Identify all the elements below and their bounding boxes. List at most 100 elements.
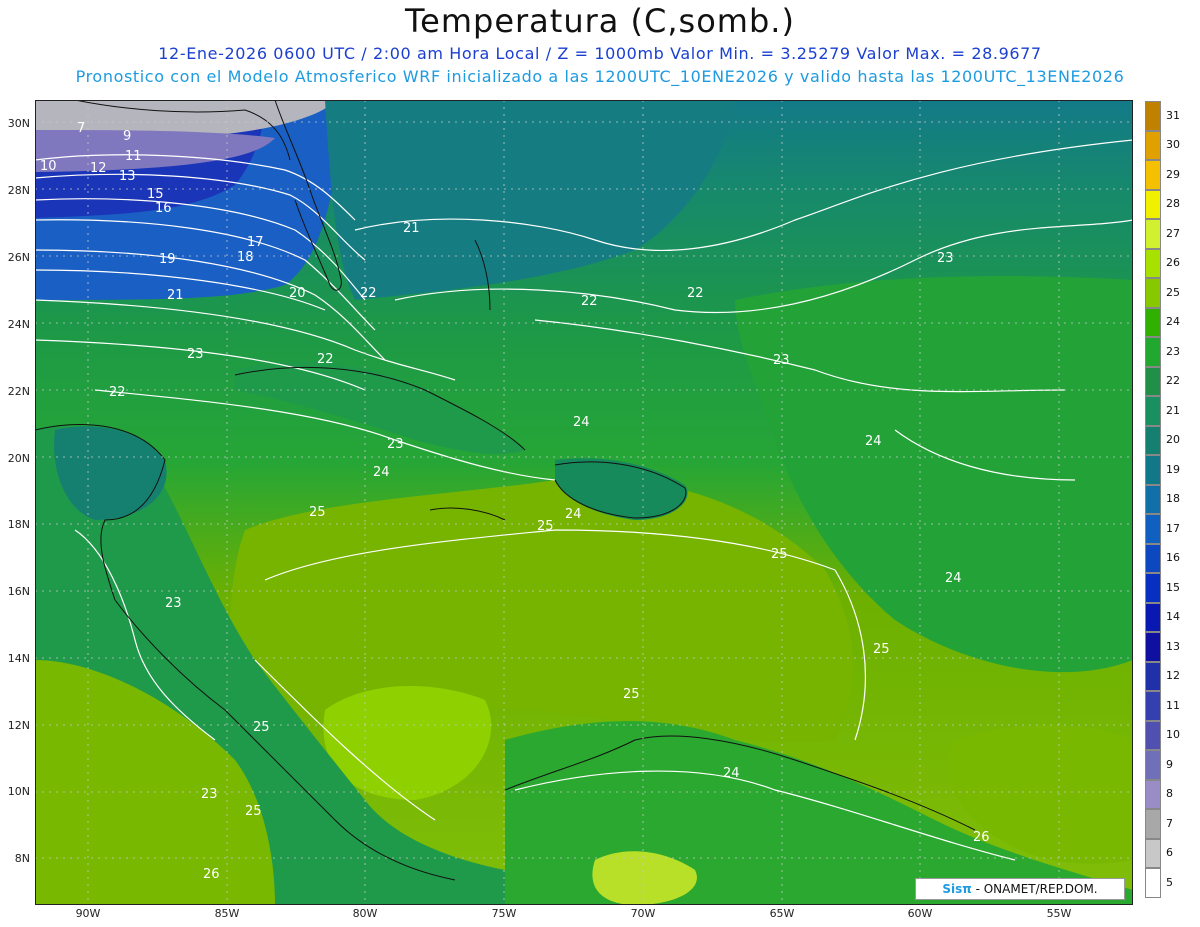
contour-label: 19 bbox=[159, 252, 176, 267]
contour-label: 23 bbox=[201, 787, 218, 802]
credit-box: Sisπ - ONAMET/REP.DOM. bbox=[915, 878, 1125, 900]
lat-label: 18N bbox=[7, 518, 30, 531]
contour-label: 25 bbox=[537, 519, 554, 534]
legend-label: 10 bbox=[1166, 728, 1180, 742]
contour-label: 25 bbox=[309, 505, 326, 520]
legend-swatch bbox=[1145, 691, 1161, 721]
lat-label: 20N bbox=[7, 452, 30, 465]
legend-swatch bbox=[1145, 573, 1161, 603]
legend-label: 7 bbox=[1166, 816, 1173, 830]
legend-swatch bbox=[1145, 366, 1161, 396]
contour-label: 23 bbox=[937, 251, 954, 266]
legend-label: 22 bbox=[1166, 374, 1180, 388]
contour-label: 26 bbox=[973, 830, 990, 845]
legend-swatch bbox=[1145, 455, 1161, 485]
contour-label: 17 bbox=[247, 235, 264, 250]
lon-label: 85W bbox=[214, 907, 240, 920]
lat-label: 28N bbox=[7, 184, 30, 197]
legend-swatch bbox=[1145, 720, 1161, 750]
legend-label: 23 bbox=[1166, 344, 1180, 358]
legend-label: 12 bbox=[1166, 669, 1180, 683]
legend-swatch bbox=[1145, 278, 1161, 308]
legend-swatch bbox=[1145, 248, 1161, 278]
contour-label: 24 bbox=[945, 571, 962, 586]
contour-label: 21 bbox=[167, 288, 184, 303]
legend-label: 15 bbox=[1166, 580, 1180, 594]
lon-label: 65W bbox=[769, 907, 795, 920]
credit-text: - ONAMET/REP.DOM. bbox=[975, 882, 1098, 896]
legend-label: 27 bbox=[1166, 226, 1180, 240]
credit-brand: Sisπ bbox=[942, 882, 972, 896]
temperature-map: 7 9 10 11 12 13 15 16 17 18 19 20 21 21 … bbox=[35, 100, 1133, 905]
lon-label: 55W bbox=[1046, 907, 1072, 920]
contour-label: 18 bbox=[237, 250, 254, 265]
contour-label: 7 bbox=[77, 121, 85, 136]
lon-label: 90W bbox=[75, 907, 101, 920]
lat-label: 16N bbox=[7, 585, 30, 598]
lat-label: 24N bbox=[7, 318, 30, 331]
lat-label: 30N bbox=[7, 117, 30, 130]
lon-label: 75W bbox=[491, 907, 517, 920]
contour-label: 10 bbox=[40, 159, 57, 174]
contour-label: 16 bbox=[155, 201, 172, 216]
legend-label: 30 bbox=[1166, 138, 1180, 152]
legend-swatch bbox=[1145, 543, 1161, 573]
legend-swatch bbox=[1145, 396, 1161, 426]
subtitle-model-info: Pronostico con el Modelo Atmosferico WRF… bbox=[75, 67, 1125, 86]
legend-label: 8 bbox=[1166, 787, 1173, 801]
legend-swatch bbox=[1145, 809, 1161, 839]
contour-label: 13 bbox=[119, 169, 136, 184]
legend-swatch bbox=[1145, 130, 1161, 160]
contour-label: 24 bbox=[373, 465, 390, 480]
contour-label: 12 bbox=[90, 161, 107, 176]
contour-label: 23 bbox=[773, 353, 790, 368]
legend-swatch bbox=[1145, 661, 1161, 691]
legend-swatch bbox=[1145, 750, 1161, 780]
legend-swatch bbox=[1145, 514, 1161, 544]
legend-label: 18 bbox=[1166, 492, 1180, 506]
subtitle-time-range: 12-Ene-2026 0600 UTC / 2:00 am Hora Loca… bbox=[158, 44, 1042, 63]
legend-swatch bbox=[1145, 779, 1161, 809]
lon-label: 60W bbox=[907, 907, 933, 920]
legend-label: 29 bbox=[1166, 167, 1180, 181]
legend-swatch bbox=[1145, 868, 1161, 898]
legend-label: 19 bbox=[1166, 462, 1180, 476]
lat-label: 22N bbox=[7, 385, 30, 398]
contour-label: 24 bbox=[865, 434, 882, 449]
legend-label: 14 bbox=[1166, 610, 1180, 624]
lat-label: 26N bbox=[7, 251, 30, 264]
contour-label: 22 bbox=[109, 385, 126, 400]
contour-label: 22 bbox=[360, 286, 377, 301]
contour-label: 25 bbox=[623, 687, 640, 702]
contour-label: 23 bbox=[387, 437, 404, 452]
contour-label: 25 bbox=[873, 642, 890, 657]
legend-label: 26 bbox=[1166, 256, 1180, 270]
contour-label: 22 bbox=[687, 286, 704, 301]
legend-label: 6 bbox=[1166, 846, 1173, 860]
legend-label: 9 bbox=[1166, 757, 1173, 771]
legend-label: 13 bbox=[1166, 639, 1180, 653]
legend-swatch bbox=[1145, 189, 1161, 219]
contour-label: 9 bbox=[123, 129, 131, 144]
contour-label: 25 bbox=[771, 547, 788, 562]
legend-label: 21 bbox=[1166, 403, 1180, 417]
contour-label: 24 bbox=[565, 507, 582, 522]
legend-label: 16 bbox=[1166, 551, 1180, 565]
contour-label: 24 bbox=[573, 415, 590, 430]
contour-label: 22 bbox=[317, 352, 334, 367]
legend-swatch bbox=[1145, 101, 1161, 131]
legend-label: 24 bbox=[1166, 315, 1180, 329]
contour-label: 22 bbox=[581, 294, 598, 309]
legend-label: 25 bbox=[1166, 285, 1180, 299]
legend-swatch bbox=[1145, 219, 1161, 249]
lon-label: 70W bbox=[630, 907, 656, 920]
contour-label: 24 bbox=[723, 766, 740, 781]
legend-label: 31 bbox=[1166, 108, 1180, 122]
legend-swatch bbox=[1145, 160, 1161, 190]
chart-title: Temperatura (C,somb.) bbox=[405, 2, 795, 40]
contour-label: 25 bbox=[245, 804, 262, 819]
lat-label: 12N bbox=[7, 719, 30, 732]
lat-label: 10N bbox=[7, 785, 30, 798]
legend-swatch bbox=[1145, 425, 1161, 455]
contour-label: 23 bbox=[187, 347, 204, 362]
